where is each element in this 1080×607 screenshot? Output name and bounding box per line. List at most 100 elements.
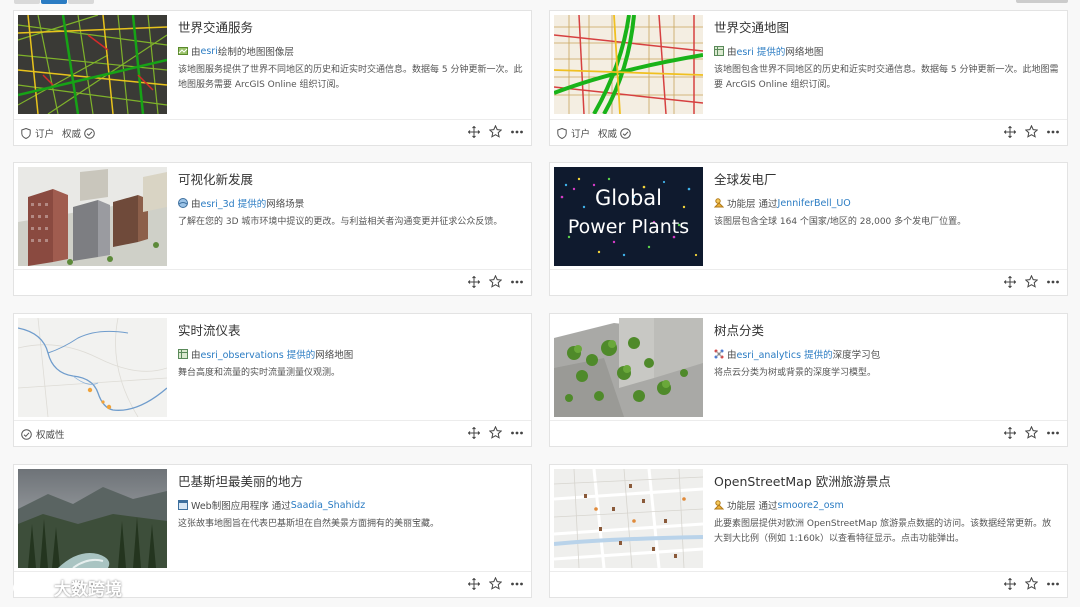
more-options-icon[interactable] xyxy=(1047,582,1059,586)
move-icon[interactable] xyxy=(468,125,480,138)
item-thumbnail[interactable] xyxy=(554,15,703,114)
move-icon[interactable] xyxy=(468,426,480,439)
item-description: 该图层包含全球 164 个国家/地区的 28,000 多个发电厂位置。 xyxy=(714,217,967,227)
item-thumbnail[interactable] xyxy=(18,318,167,417)
meta-prefix: 功能层 通过 xyxy=(727,501,778,512)
view-toggle-tab[interactable] xyxy=(68,0,94,4)
item-thumbnail[interactable] xyxy=(18,15,167,114)
move-icon[interactable] xyxy=(468,577,480,590)
favorite-star-icon[interactable] xyxy=(489,275,502,288)
move-icon[interactable] xyxy=(1004,275,1016,288)
meta-prefix: 由 xyxy=(191,199,201,210)
meta-prefix: 由 xyxy=(191,47,201,58)
favorite-star-icon[interactable] xyxy=(1025,125,1038,138)
authoritative-tag: 权威 xyxy=(598,129,618,140)
item-title[interactable]: 世界交通服务 xyxy=(178,17,253,36)
item-title[interactable]: 树点分类 xyxy=(714,320,764,339)
item-description: 该地图包含世界不同地区的历史和近实时交通信息。数据每 5 分钟更新一次。此地图需… xyxy=(714,65,1059,90)
item-card[interactable]: 实时流仪表 由 esri_observations 提供的 网络地图 舞台高度和流量… xyxy=(13,313,532,447)
move-icon[interactable] xyxy=(1004,577,1016,590)
meta-type: 网络地图 xyxy=(315,350,354,361)
subscriber-tag: 订户 xyxy=(571,129,591,140)
more-options-icon[interactable] xyxy=(511,130,523,134)
web-map-icon xyxy=(714,46,724,56)
check-circle-icon xyxy=(21,428,32,440)
item-thumbnail[interactable] xyxy=(18,469,167,568)
more-options-icon[interactable] xyxy=(1047,280,1059,284)
web-map-icon xyxy=(178,349,188,359)
item-card[interactable]: Global Power Plants 全球发电厂 功能层 通过 Jennifer… xyxy=(549,162,1068,296)
owner-link[interactable]: esri_observations 提供的 xyxy=(201,347,316,361)
item-card[interactable]: 世界交通地图 由 esri 提供的 网络地图 该地图包含世界不同地区的历史和近实时交… xyxy=(549,10,1068,146)
item-meta: 功能层 通过 smoore2_osm xyxy=(714,498,844,512)
more-options-icon[interactable] xyxy=(511,582,523,586)
item-title[interactable]: 实时流仪表 xyxy=(178,320,241,339)
more-options-icon[interactable] xyxy=(1047,130,1059,134)
authoritative-tag: 权威性 xyxy=(36,430,65,441)
item-thumbnail[interactable] xyxy=(554,469,703,568)
more-options-icon[interactable] xyxy=(511,280,523,284)
item-meta: 由 esri 提供的 网络地图 xyxy=(714,44,823,58)
more-options-icon[interactable] xyxy=(1047,431,1059,435)
item-meta: 由 esri_observations 提供的 网络地图 xyxy=(178,347,353,361)
web-scene-icon xyxy=(178,198,188,208)
map-image-layer-icon xyxy=(178,47,188,55)
meta-prefix: Web制图应用程序 通过 xyxy=(191,501,291,512)
thumb-title-line2: Power Plants xyxy=(568,216,689,238)
item-meta: 由 esri_analytics 提供的 深度学习包 xyxy=(714,347,880,361)
item-thumbnail[interactable] xyxy=(18,167,167,266)
item-thumbnail[interactable]: Global Power Plants xyxy=(554,167,703,266)
card-footer xyxy=(550,571,1067,597)
owner-link[interactable]: esri_analytics 提供的 xyxy=(737,347,833,361)
item-card[interactable]: 可视化新发展 由 esri_3d 提供的 网络场景 了解在您的 3D 城市环境中提议… xyxy=(13,162,532,296)
item-description: 将点云分类为树或背景的深度学习模型。 xyxy=(714,368,877,378)
view-toggle-tab-active[interactable] xyxy=(41,0,67,4)
owner-link[interactable]: smoore2_osm xyxy=(778,500,844,511)
item-title[interactable]: OpenStreetMap 欧洲旅游景点 xyxy=(714,471,891,490)
owner-link[interactable]: esri 提供的 xyxy=(737,44,786,58)
top-right-control[interactable] xyxy=(1016,0,1068,3)
item-description: 此要素图层提供对欧洲 OpenStreetMap 旅游景点数据的访问。该数据经常… xyxy=(714,519,1052,544)
meta-type: 绘制的地图图像层 xyxy=(217,47,294,58)
favorite-star-icon[interactable] xyxy=(489,426,502,439)
favorite-star-icon[interactable] xyxy=(1025,426,1038,439)
item-card[interactable]: 树点分类 由 esri_analytics 提供的 深度学习包 将点云分类为树或背景… xyxy=(549,313,1068,447)
item-title[interactable]: 巴基斯坦最美丽的地方 xyxy=(178,471,303,490)
favorite-star-icon[interactable] xyxy=(1025,577,1038,590)
owner-link[interactable]: Saadia_Shahidz xyxy=(291,500,365,511)
meta-type: 网络场景 xyxy=(266,199,305,210)
shield-icon xyxy=(21,127,31,139)
owner-link[interactable]: JenniferBell_UO xyxy=(778,198,851,209)
owner-link[interactable]: esri xyxy=(201,46,218,57)
favorite-star-icon[interactable] xyxy=(489,125,502,138)
watermark: 大数跨境 xyxy=(10,575,122,600)
check-circle-icon xyxy=(620,127,631,139)
item-description: 了解在您的 3D 城市环境中提议的更改。与利益相关者沟通变更并征求公众反馈。 xyxy=(178,217,503,227)
web-app-icon xyxy=(178,500,188,510)
item-title[interactable]: 世界交通地图 xyxy=(714,17,789,36)
favorite-star-icon[interactable] xyxy=(1025,275,1038,288)
item-description: 该地图服务提供了世界不同地区的历史和近实时交通信息。数据每 5 分钟更新一次。此… xyxy=(178,65,523,90)
item-card[interactable]: OpenStreetMap 欧洲旅游景点 功能层 通过 smoore2_osm 此… xyxy=(549,464,1068,598)
item-title[interactable]: 可视化新发展 xyxy=(178,169,253,188)
item-card[interactable]: 世界交通服务 由 esri 绘制的地图图像层 该地图服务提供了世界不同地区的历史和近… xyxy=(13,10,532,146)
item-meta: 由 esri 绘制的地图图像层 xyxy=(178,44,294,58)
favorite-star-icon[interactable] xyxy=(489,577,502,590)
item-description: 舞台高度和流量的实时流量测量仪观测。 xyxy=(178,368,341,378)
move-icon[interactable] xyxy=(1004,426,1016,439)
card-footer xyxy=(550,269,1067,295)
item-thumbnail[interactable] xyxy=(554,318,703,417)
watermark-logo-icon xyxy=(13,580,49,595)
check-circle-icon xyxy=(84,127,95,139)
move-icon[interactable] xyxy=(1004,125,1016,138)
meta-prefix: 由 xyxy=(727,350,737,361)
authoritative-tag: 权威 xyxy=(62,129,82,140)
shield-icon xyxy=(557,127,567,139)
more-options-icon[interactable] xyxy=(511,431,523,435)
view-toggle-tab[interactable] xyxy=(14,0,40,4)
item-meta: Web制图应用程序 通过 Saadia_Shahidz xyxy=(178,498,365,512)
move-icon[interactable] xyxy=(468,275,480,288)
item-title[interactable]: 全球发电厂 xyxy=(714,169,777,188)
owner-link[interactable]: esri_3d 提供的 xyxy=(201,196,267,210)
card-footer: 订户 权威 xyxy=(14,119,531,145)
